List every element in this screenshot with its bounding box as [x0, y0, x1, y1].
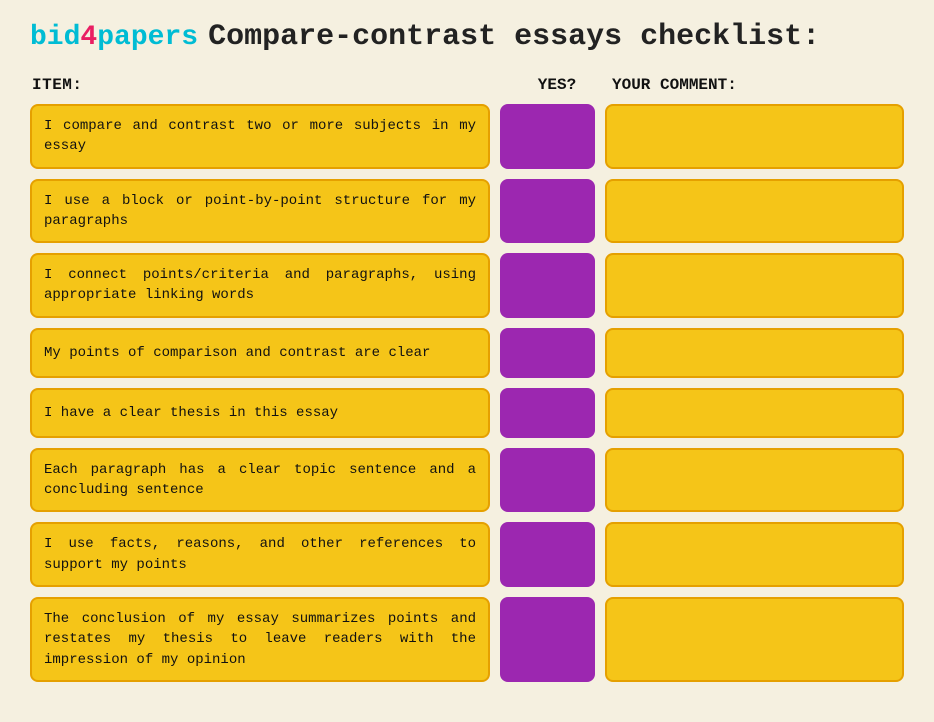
comment-box-2[interactable]	[605, 179, 904, 244]
comment-box-3[interactable]	[605, 253, 904, 318]
page-title: Compare-contrast essays checklist:	[208, 20, 820, 54]
column-headers: ITEM: YES? YOUR COMMENT:	[30, 76, 904, 94]
item-box-8: The conclusion of my essay summarizes po…	[30, 597, 490, 682]
checklist-row: Each paragraph has a clear topic sentenc…	[30, 448, 904, 513]
yes-box-8[interactable]	[500, 597, 595, 682]
col-header-comment: YOUR COMMENT:	[612, 76, 902, 94]
item-box-6: Each paragraph has a clear topic sentenc…	[30, 448, 490, 513]
item-box-7: I use facts, reasons, and other referenc…	[30, 522, 490, 587]
item-box-3: I connect points/criteria and paragraphs…	[30, 253, 490, 318]
brand-logo: bid4papers	[30, 22, 198, 53]
checklist-row: I connect points/criteria and paragraphs…	[30, 253, 904, 318]
page-header: bid4papers Compare-contrast essays check…	[30, 20, 904, 54]
checklist-row: I have a clear thesis in this essay	[30, 388, 904, 438]
comment-box-5[interactable]	[605, 388, 904, 438]
checklist-row: I use a block or point-by-point structur…	[30, 179, 904, 244]
brand-4: 4	[80, 22, 97, 53]
comment-box-7[interactable]	[605, 522, 904, 587]
item-box-2: I use a block or point-by-point structur…	[30, 179, 490, 244]
brand-papers: papers	[97, 22, 198, 53]
comment-box-4[interactable]	[605, 328, 904, 378]
checklist-row: I use facts, reasons, and other referenc…	[30, 522, 904, 587]
col-header-yes: YES?	[502, 76, 612, 94]
yes-box-2[interactable]	[500, 179, 595, 244]
yes-box-4[interactable]	[500, 328, 595, 378]
yes-box-3[interactable]	[500, 253, 595, 318]
item-box-1: I compare and contrast two or more subje…	[30, 104, 490, 169]
comment-box-1[interactable]	[605, 104, 904, 169]
comment-box-6[interactable]	[605, 448, 904, 513]
yes-box-1[interactable]	[500, 104, 595, 169]
checklist-row: I compare and contrast two or more subje…	[30, 104, 904, 169]
yes-box-6[interactable]	[500, 448, 595, 513]
item-box-4: My points of comparison and contrast are…	[30, 328, 490, 378]
checklist-container: I compare and contrast two or more subje…	[30, 104, 904, 682]
comment-box-8[interactable]	[605, 597, 904, 682]
yes-box-5[interactable]	[500, 388, 595, 438]
yes-box-7[interactable]	[500, 522, 595, 587]
brand-bid: bid	[30, 22, 80, 53]
checklist-row: My points of comparison and contrast are…	[30, 328, 904, 378]
item-box-5: I have a clear thesis in this essay	[30, 388, 490, 438]
checklist-row: The conclusion of my essay summarizes po…	[30, 597, 904, 682]
col-header-item: ITEM:	[32, 76, 502, 94]
